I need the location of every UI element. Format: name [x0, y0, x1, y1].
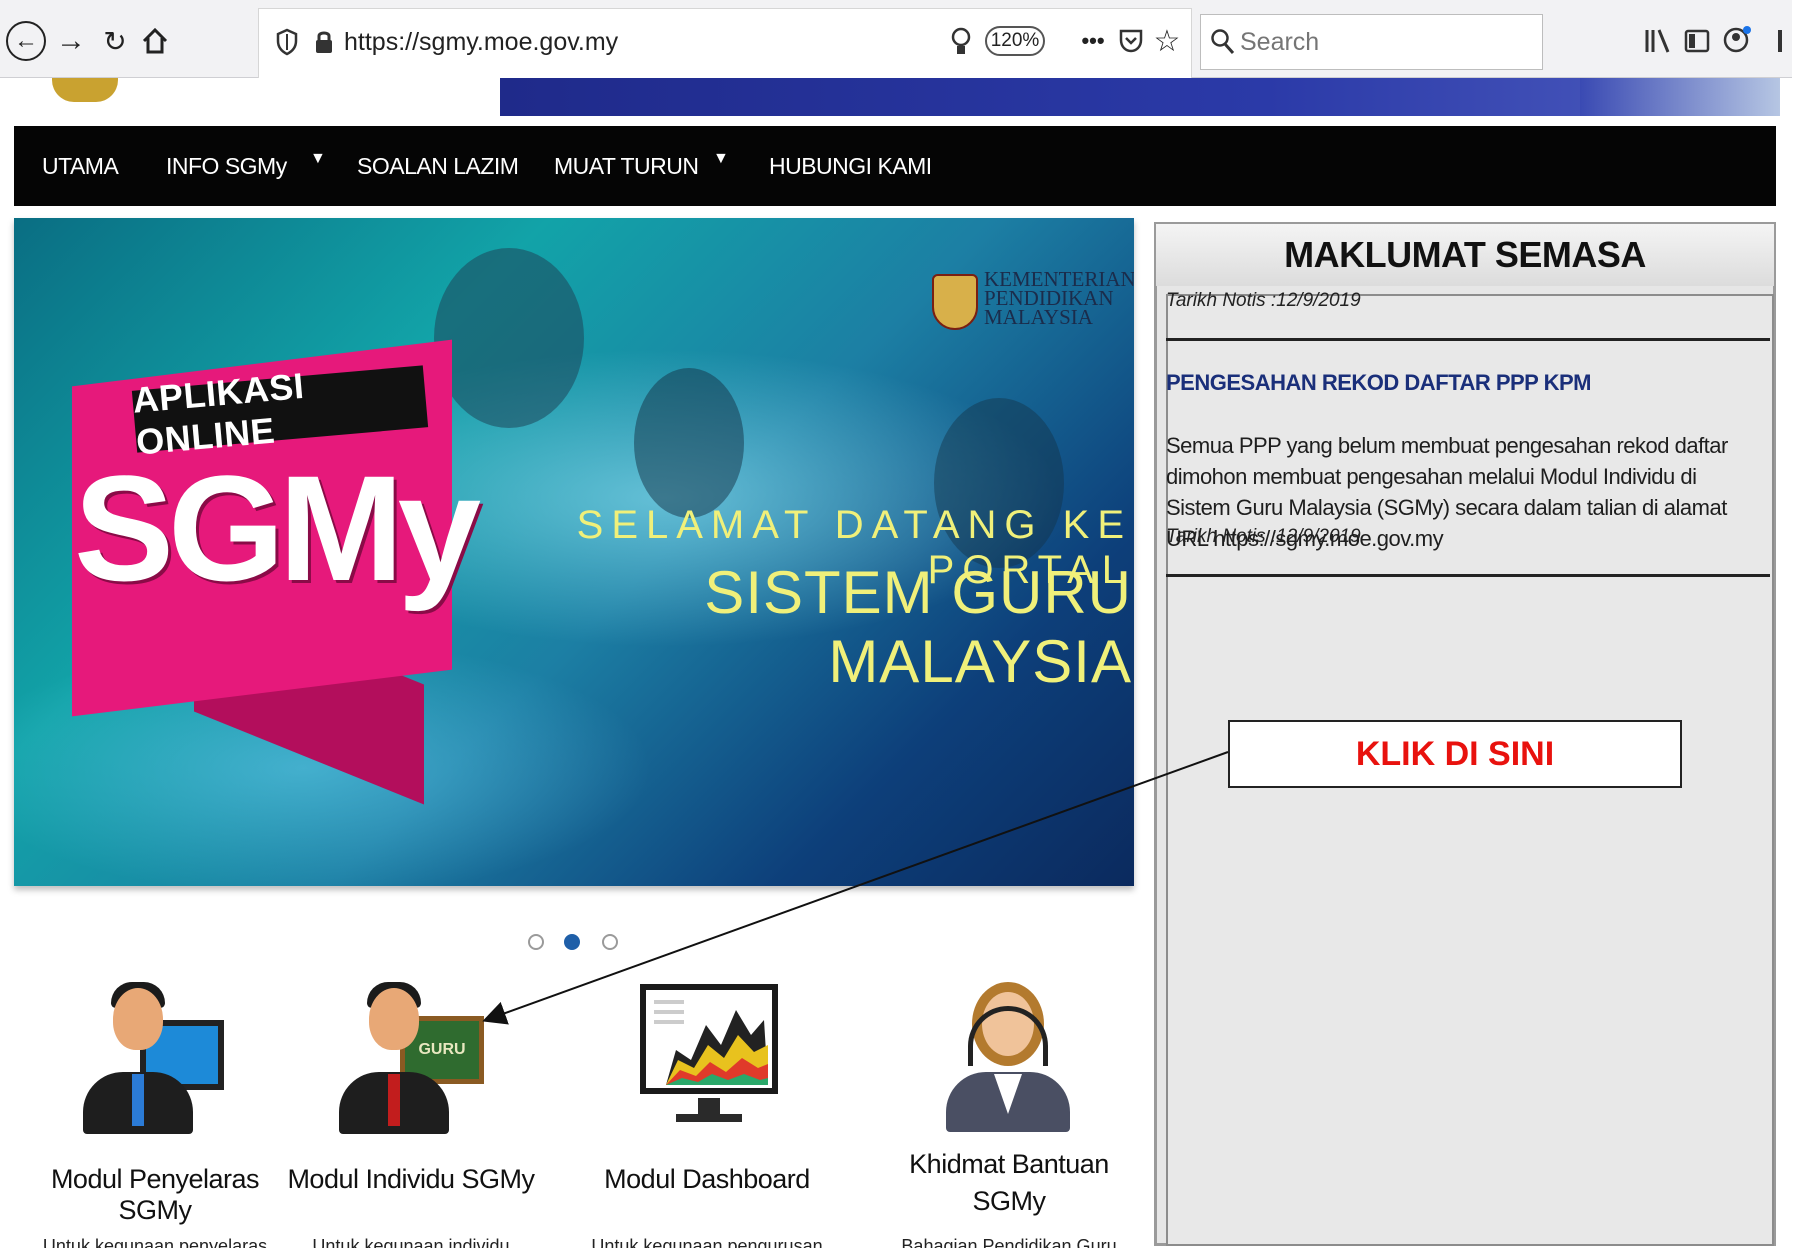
nav-item-soalan-lazim[interactable]: SOALAN LAZIM: [357, 126, 519, 206]
aplikasi-online-badge: APLIKASI ONLINE: [131, 365, 429, 463]
malaysia-crest-icon: [932, 274, 978, 330]
carousel-dot-2-active[interactable]: [564, 934, 580, 950]
module-dashboard-icon[interactable]: [636, 976, 786, 1136]
tie: [388, 1074, 400, 1126]
tie: [132, 1074, 144, 1126]
ministry-name: KEMENTERIAN PENDIDIKAN MALAYSIA: [984, 269, 1134, 329]
previous-notice-date: Tarikh Notis :12/9/2019: [1166, 290, 1361, 310]
search-icon: [1210, 27, 1236, 57]
lock-icon[interactable]: [313, 28, 335, 56]
monitor-base: [676, 1114, 742, 1122]
nav-item-utama[interactable]: UTAMA: [42, 126, 119, 206]
nav-item-muat-turun[interactable]: MUAT TURUN: [554, 126, 699, 206]
carousel-dot-3[interactable]: [602, 934, 618, 950]
face: [369, 988, 419, 1050]
chevron-down-icon[interactable]: ▼: [310, 150, 326, 168]
module-individu-label[interactable]: Modul Individu SGMy: [276, 1164, 546, 1195]
forward-arrow-icon[interactable]: →: [52, 22, 90, 60]
module-dashboard-label[interactable]: Modul Dashboard: [572, 1164, 842, 1195]
shield-icon[interactable]: [276, 28, 298, 56]
header-banner-photo: [1580, 78, 1780, 116]
nav-item-info-sgmy[interactable]: INFO SGMy: [166, 126, 287, 206]
reload-icon[interactable]: ↻: [96, 22, 134, 60]
more-actions-icon[interactable]: •••: [1074, 22, 1112, 60]
module-helpdesk-desc: Bahagian Pendidikan Guru: [901, 1236, 1117, 1248]
module-individu-icon[interactable]: GURU: [336, 976, 486, 1136]
library-icon[interactable]: [1644, 26, 1672, 56]
hero-carousel[interactable]: KEMENTERIAN PENDIDIKAN MALAYSIA APLIKASI…: [14, 218, 1134, 886]
welcome-line-2: SISTEM GURU MALAYSIA: [704, 559, 1132, 695]
zoom-level[interactable]: 120%: [985, 26, 1045, 56]
nav-item-hubungi-kami[interactable]: HUBUNGI KAMI: [769, 126, 932, 206]
divider: [1166, 574, 1770, 577]
home-icon[interactable]: [136, 22, 174, 60]
overflow-menu-icon[interactable]: [1778, 30, 1782, 52]
notice-title[interactable]: PENGESAHAN REKOD DAFTAR PPP KPM: [1166, 370, 1766, 396]
module-helpdesk-label[interactable]: Khidmat Bantuan SGMy: [874, 1146, 1144, 1220]
module-individu-desc: Untuk kegunaan individu: [312, 1236, 510, 1248]
face: [113, 988, 163, 1050]
module-penyelaras-icon[interactable]: [80, 976, 230, 1136]
dashboard-monitor-icon: [640, 984, 778, 1094]
search-input[interactable]: [1238, 26, 1528, 58]
hero-photo-person: [434, 248, 584, 428]
lightbulb-icon[interactable]: [950, 26, 972, 58]
chevron-down-icon[interactable]: ▼: [713, 150, 729, 168]
bookmark-star-icon[interactable]: ☆: [1148, 22, 1186, 60]
news-panel-title: MAKLUMAT SEMASA: [1156, 224, 1774, 286]
account-icon[interactable]: [1722, 24, 1752, 56]
click-here-callout: KLIK DI SINI: [1228, 720, 1682, 788]
sgmy-brand: SGMy: [74, 444, 481, 612]
module-dashboard-desc: Untuk kegunaan pengurusan: [591, 1236, 823, 1248]
divider: [1166, 338, 1770, 341]
module-penyelaras-label[interactable]: Modul Penyelaras SGMy: [20, 1164, 290, 1226]
module-penyelaras-desc: Untuk kegunaan penyelaras: [42, 1236, 268, 1248]
module-helpdesk-icon[interactable]: [944, 976, 1074, 1136]
sidebar-icon[interactable]: [1684, 28, 1710, 54]
ministry-line: MALAYSIA: [984, 305, 1093, 329]
carousel-dot-1[interactable]: [528, 934, 544, 950]
url-text[interactable]: https://sgmy.moe.gov.my: [344, 28, 618, 57]
back-arrow-icon[interactable]: ←: [6, 21, 46, 61]
notice-date: Tarikh Notis :12/9/2019: [1166, 526, 1361, 547]
hero-photo-person: [634, 368, 744, 518]
pocket-icon[interactable]: [1118, 28, 1144, 54]
